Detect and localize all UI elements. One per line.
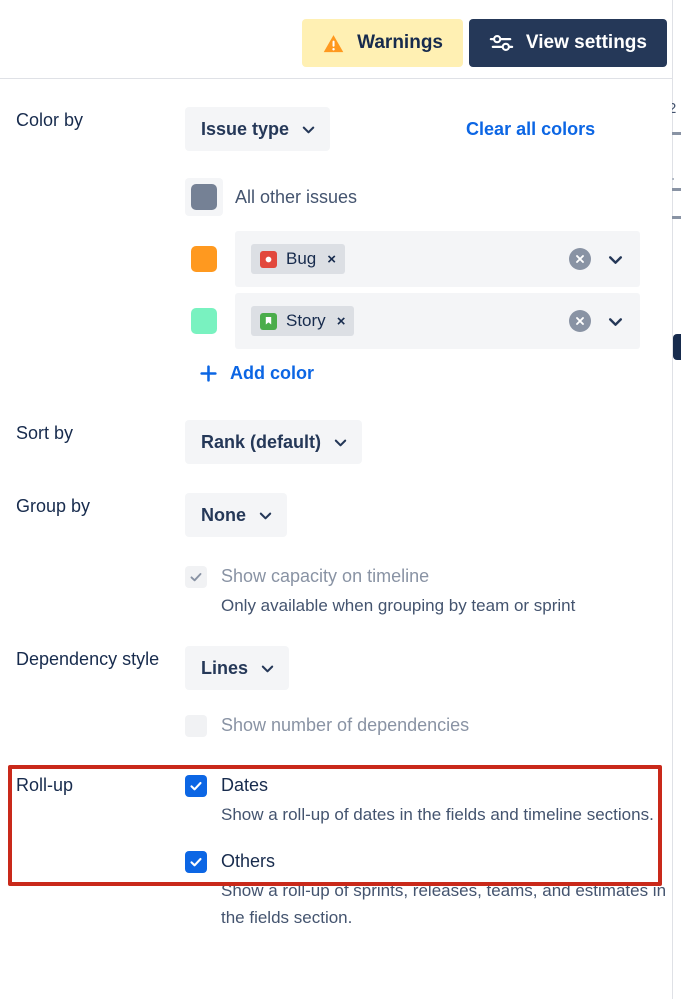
color-row-content: All other issues: [235, 169, 640, 225]
rollup-item-dates: Dates Show a roll-up of dates in the fie…: [185, 772, 672, 828]
chevron-down-icon: [258, 508, 273, 523]
rollup-others-description: Show a roll-up of sprints, releases, tea…: [221, 881, 667, 927]
settings-panel: Color by Issue type Clear all colors All…: [0, 79, 672, 999]
view-settings-panel-screen: 2 Warnings View settings Color by Issue …: [0, 0, 681, 999]
sliders-icon: [489, 32, 514, 54]
rollup-item-others: Others Show a roll-up of sprints, releas…: [185, 848, 672, 931]
add-color-label: Add color: [230, 363, 314, 383]
color-row-content: Story ×: [235, 293, 640, 349]
warnings-button-label: Warnings: [357, 32, 443, 53]
dependency-count-setting: Show number of dependencies: [185, 712, 672, 738]
chevron-down-icon: [333, 435, 348, 450]
sort-by-select-value: Rank (default): [201, 431, 322, 452]
sort-by-section: Sort by Rank (default): [0, 420, 672, 464]
capacity-setting: Show capacity on timeline Only available…: [185, 563, 672, 619]
group-by-label: Group by: [16, 496, 91, 516]
show-capacity-checkbox-row[interactable]: Show capacity on timeline: [185, 563, 672, 589]
dependency-style-select-value: Lines: [201, 657, 249, 678]
show-capacity-description: Only available when grouping by team or …: [221, 596, 576, 615]
rollup-others-checkbox-row[interactable]: Others: [185, 848, 672, 874]
bug-icon: [260, 250, 277, 268]
rollup-section: Roll-up Dates Show a roll-up of dates in…: [0, 772, 672, 931]
clear-color-icon[interactable]: [569, 310, 591, 332]
warning-triangle-icon: [322, 32, 345, 55]
swatch-fill: [191, 246, 217, 272]
rollup-dates-label: Dates: [221, 775, 269, 795]
rollup-others-checkbox: [185, 851, 207, 873]
issue-type-chip-bug[interactable]: Bug ×: [251, 244, 346, 274]
dependency-style-section: Dependency style Lines: [0, 646, 672, 690]
color-swatch-all-other-issues[interactable]: [185, 178, 223, 216]
rollup-label: Roll-up: [16, 775, 74, 795]
add-color-button[interactable]: Add color: [199, 363, 314, 384]
color-row-actions: [569, 248, 624, 270]
chevron-down-icon: [301, 122, 316, 137]
clear-all-colors-link[interactable]: Clear all colors: [466, 119, 595, 140]
group-by-section: Group by None: [0, 493, 672, 537]
color-row-actions: [569, 310, 624, 332]
color-row-story: Story ×: [185, 293, 640, 349]
color-swatch-bug[interactable]: [185, 240, 223, 278]
swatch-fill: [191, 308, 217, 334]
view-settings-button-label: View settings: [525, 32, 647, 53]
color-by-section: Color by Issue type Clear all colors: [0, 107, 672, 151]
color-by-select[interactable]: Issue type: [185, 107, 331, 151]
all-other-issues-label: All other issues: [235, 186, 358, 207]
chevron-down-icon[interactable]: [607, 313, 624, 330]
show-dependencies-checkbox: [185, 715, 207, 737]
sort-by-label: Sort by: [16, 423, 74, 443]
sort-by-select[interactable]: Rank (default): [185, 420, 363, 464]
toolbar: Warnings View settings: [0, 0, 672, 79]
warnings-button[interactable]: Warnings: [302, 19, 463, 67]
show-capacity-checkbox: [185, 566, 207, 588]
color-by-select-value: Issue type: [201, 118, 290, 139]
story-bookmark-icon: [260, 312, 277, 330]
chip-label: Bug: [286, 249, 317, 268]
group-by-select-value: None: [201, 504, 246, 525]
rollup-dates-checkbox: [185, 775, 207, 797]
color-row-bug: Bug ×: [185, 231, 640, 287]
clear-color-icon[interactable]: [569, 248, 591, 270]
rollup-dates-description: Show a roll-up of dates in the fields an…: [221, 805, 654, 824]
dependency-style-select[interactable]: Lines: [185, 646, 290, 690]
rollup-dates-checkbox-row[interactable]: Dates: [185, 772, 672, 798]
plus-icon: [199, 364, 218, 383]
show-capacity-label: Show capacity on timeline: [221, 566, 430, 586]
view-settings-button[interactable]: View settings: [468, 19, 667, 67]
rollup-others-label: Others: [221, 851, 276, 871]
panel-right-edge: [672, 0, 673, 999]
color-row-all-other-issues: All other issues: [185, 169, 640, 225]
swatch-fill: [191, 184, 217, 210]
chevron-down-icon[interactable]: [607, 251, 624, 268]
background-timeline-bar: [673, 334, 681, 360]
color-by-label: Color by: [16, 110, 84, 130]
color-row-content: Bug ×: [235, 231, 640, 287]
chevron-down-icon: [260, 661, 275, 676]
chip-remove-icon[interactable]: ×: [337, 313, 346, 330]
color-rows: All other issues Bug × Story × Add color: [185, 169, 640, 388]
color-swatch-story[interactable]: [185, 302, 223, 340]
dependency-style-label: Dependency style: [16, 649, 160, 669]
group-by-select[interactable]: None: [185, 493, 287, 537]
chip-label: Story: [286, 311, 326, 330]
issue-type-chip-story[interactable]: Story ×: [251, 306, 355, 336]
show-dependencies-label: Show number of dependencies: [221, 715, 470, 735]
show-dependencies-checkbox-row[interactable]: Show number of dependencies: [185, 712, 672, 738]
chip-remove-icon[interactable]: ×: [327, 251, 336, 268]
